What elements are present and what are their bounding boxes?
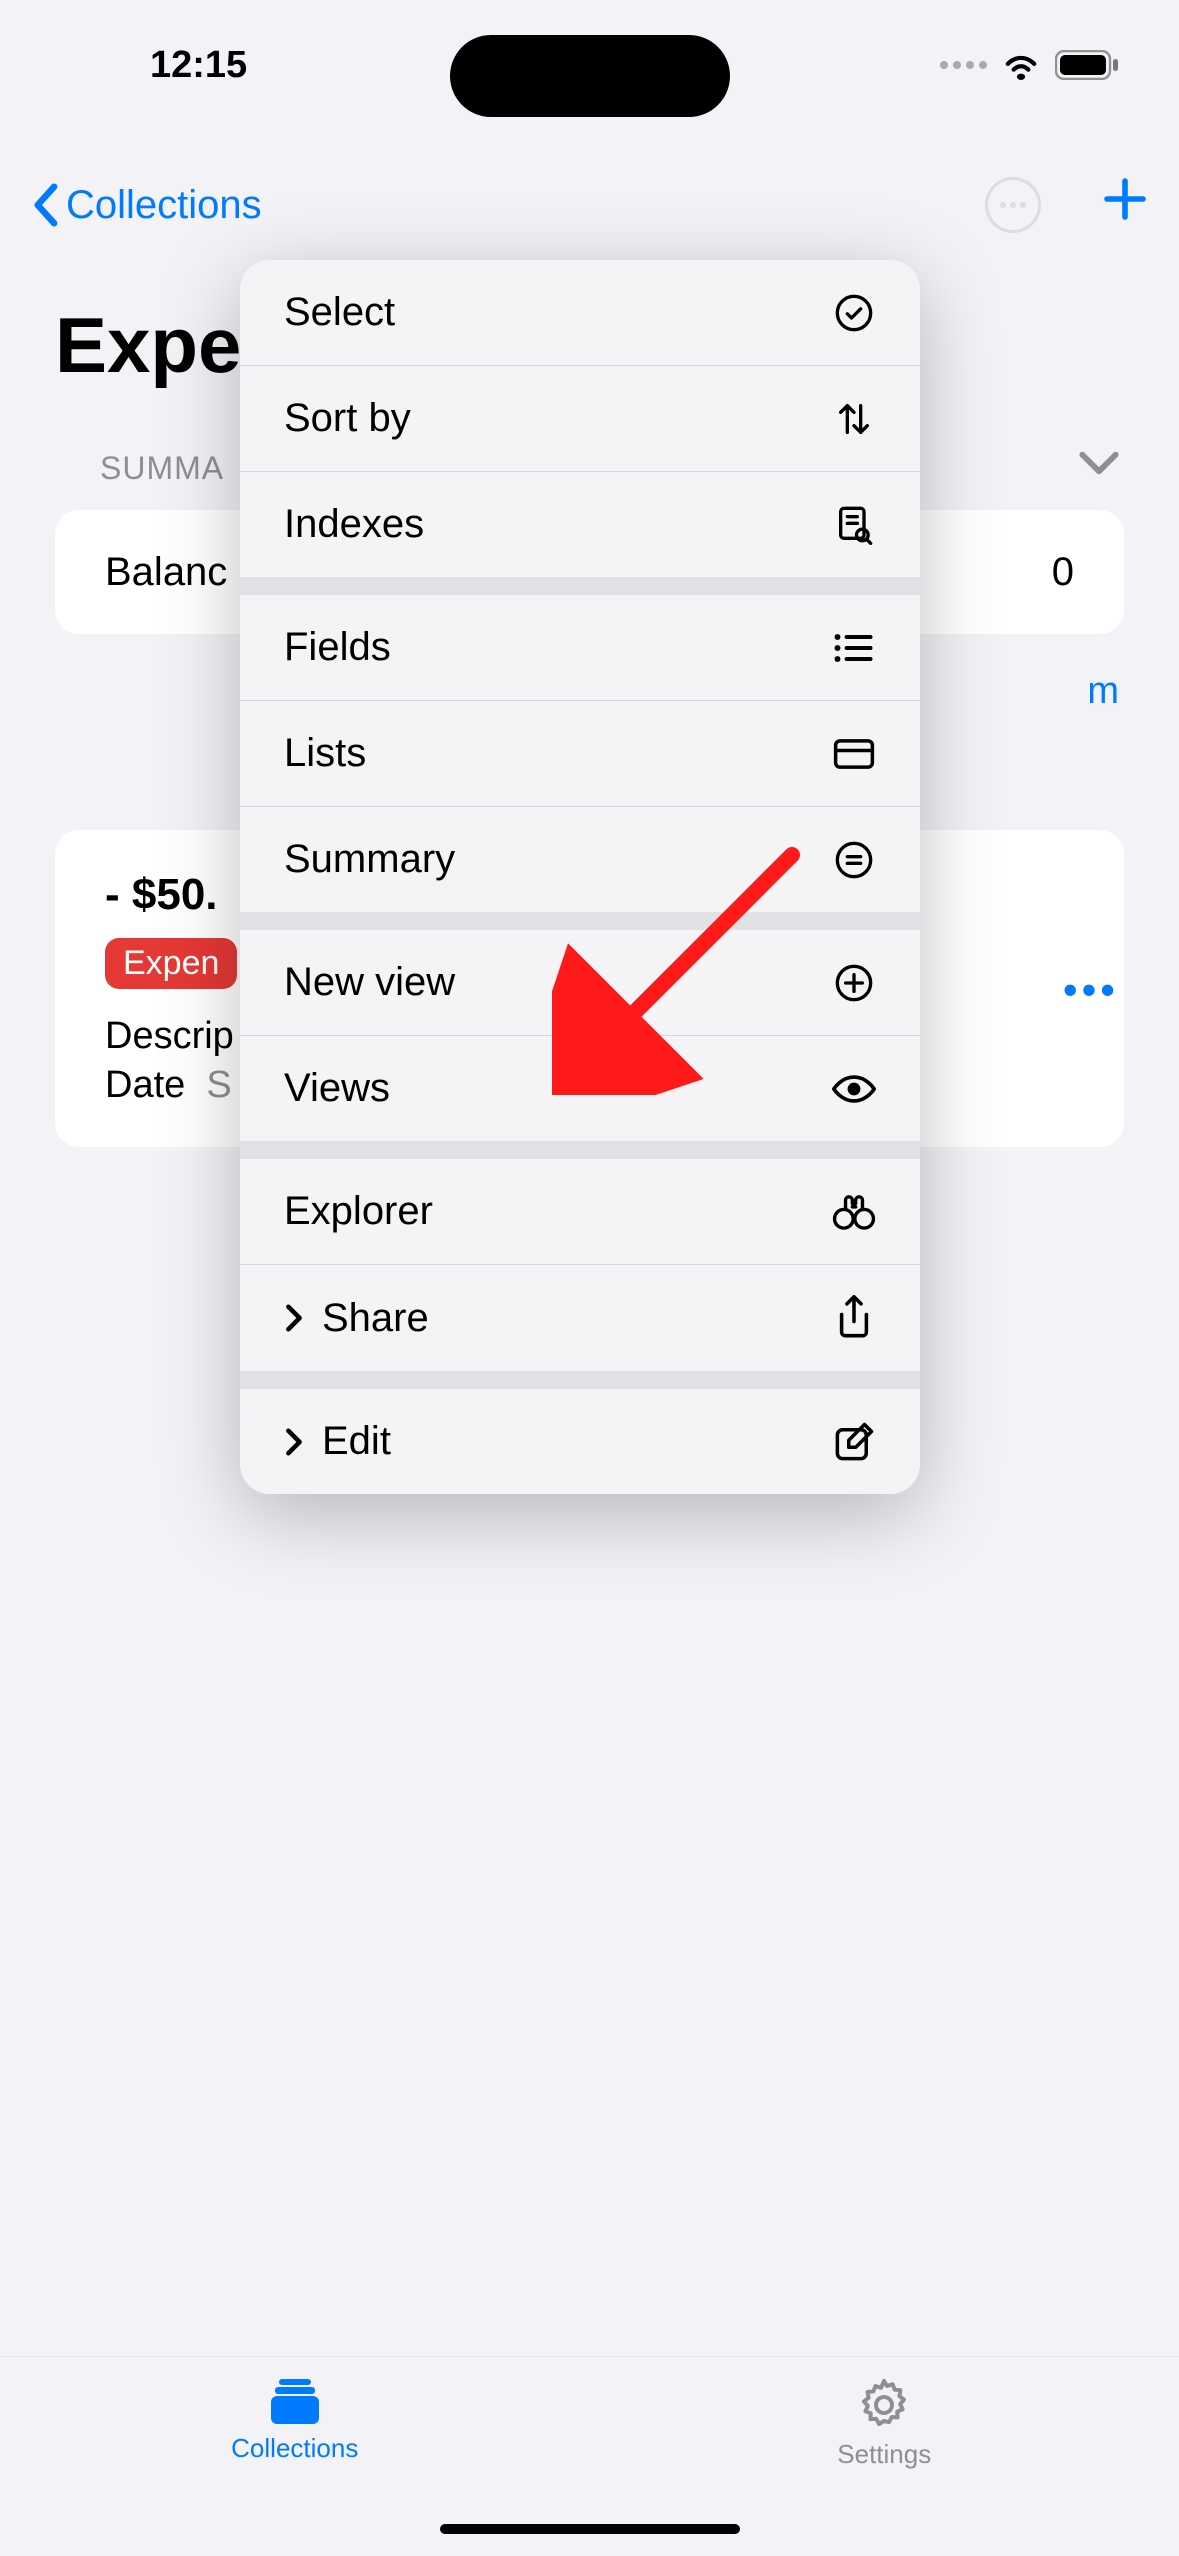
plus-icon bbox=[1101, 175, 1149, 223]
balance-link[interactable]: m bbox=[1087, 670, 1119, 713]
chevron-right-icon bbox=[284, 1303, 304, 1333]
menu-item-label: Share bbox=[322, 1296, 832, 1341]
menu-item-share[interactable]: Share bbox=[240, 1264, 920, 1371]
tab-label: Settings bbox=[837, 2439, 931, 2470]
menu-item-explorer[interactable]: Explorer bbox=[240, 1159, 920, 1264]
menu-item-label: New view bbox=[284, 960, 832, 1005]
balance-value: 0 bbox=[1052, 550, 1074, 595]
menu-item-label: Indexes bbox=[284, 502, 832, 547]
collapse-button[interactable] bbox=[1079, 450, 1119, 481]
menu-item-sort-by[interactable]: Sort by bbox=[240, 365, 920, 471]
chevron-right-icon bbox=[284, 1427, 304, 1457]
status-bar: 12:15 bbox=[0, 0, 1179, 130]
back-label: Collections bbox=[66, 183, 262, 228]
status-time: 12:15 bbox=[150, 44, 247, 87]
menu-item-label: Summary bbox=[284, 837, 832, 882]
menu-item-label: Views bbox=[284, 1066, 832, 1111]
item-more-button[interactable]: ••• bbox=[1063, 966, 1119, 1014]
menu-item-label: Explorer bbox=[284, 1189, 832, 1234]
menu-item-indexes[interactable]: Indexes bbox=[240, 471, 920, 577]
share-icon bbox=[832, 1295, 876, 1341]
balance-label: Balanc bbox=[105, 550, 227, 595]
chevron-down-icon bbox=[1079, 450, 1119, 476]
equals-circle-icon bbox=[832, 840, 876, 880]
ellipsis-icon bbox=[1000, 202, 1026, 208]
context-menu: SelectSort byIndexes FieldsListsSummary … bbox=[240, 260, 920, 1494]
index-doc-icon bbox=[832, 505, 876, 545]
menu-item-edit[interactable]: Edit bbox=[240, 1389, 920, 1494]
menu-item-new-view[interactable]: New view bbox=[240, 930, 920, 1035]
menu-item-label: Fields bbox=[284, 625, 832, 670]
chevron-left-icon bbox=[30, 183, 60, 227]
add-button[interactable] bbox=[1101, 175, 1149, 236]
menu-item-select[interactable]: Select bbox=[240, 260, 920, 365]
menu-item-views[interactable]: Views bbox=[240, 1035, 920, 1141]
wifi-icon bbox=[1001, 50, 1041, 80]
summary-header: SUMMA bbox=[100, 450, 224, 487]
list-lines-icon bbox=[832, 628, 876, 668]
home-indicator[interactable] bbox=[440, 2524, 740, 2534]
menu-item-label: Select bbox=[284, 290, 832, 335]
pencil-square-icon bbox=[832, 1421, 876, 1463]
cellular-icon bbox=[940, 61, 987, 69]
plus-circle-icon bbox=[832, 963, 876, 1003]
check-circle-icon bbox=[832, 293, 876, 333]
nav-bar: Collections bbox=[0, 160, 1179, 250]
card-icon bbox=[832, 736, 876, 772]
menu-item-label: Edit bbox=[322, 1419, 832, 1464]
back-button[interactable]: Collections bbox=[30, 183, 262, 228]
menu-item-lists[interactable]: Lists bbox=[240, 700, 920, 806]
collections-icon bbox=[267, 2377, 323, 2427]
battery-icon bbox=[1055, 50, 1119, 80]
tab-label: Collections bbox=[231, 2433, 358, 2464]
gear-icon bbox=[856, 2377, 912, 2433]
sort-arrows-icon bbox=[832, 399, 876, 439]
menu-item-label: Lists bbox=[284, 731, 832, 776]
status-right bbox=[940, 50, 1119, 80]
page-title: Expe bbox=[55, 300, 241, 391]
more-button[interactable] bbox=[985, 177, 1041, 233]
menu-item-fields[interactable]: Fields bbox=[240, 595, 920, 700]
dynamic-island bbox=[450, 35, 730, 117]
menu-item-summary[interactable]: Summary bbox=[240, 806, 920, 912]
binoculars-icon bbox=[832, 1192, 876, 1232]
menu-item-label: Sort by bbox=[284, 396, 832, 441]
eye-icon bbox=[832, 1072, 876, 1106]
item-tag: Expen bbox=[105, 938, 237, 989]
